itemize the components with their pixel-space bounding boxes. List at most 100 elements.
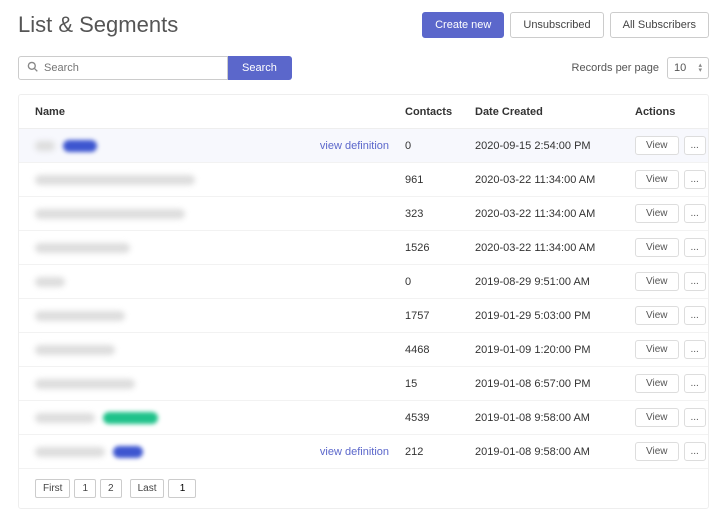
cell-actions: View... <box>635 272 706 291</box>
pagination-page[interactable]: 1 <box>74 479 96 498</box>
redacted-name <box>35 311 125 321</box>
table-row: 9612020-03-22 11:34:00 AMView... <box>19 163 708 197</box>
search-icon <box>27 61 38 75</box>
table-row: view definition 02020-09-15 2:54:00 PMVie… <box>19 129 708 163</box>
redacted-badge <box>113 446 143 458</box>
redacted-name <box>35 243 130 253</box>
view-button[interactable]: View <box>635 408 679 427</box>
cell-actions: View... <box>635 238 706 257</box>
cell-date: 2020-03-22 11:34:00 AM <box>475 208 635 220</box>
more-button[interactable]: ... <box>684 306 706 325</box>
more-button[interactable]: ... <box>684 442 706 461</box>
cell-date: 2019-08-29 9:51:00 AM <box>475 276 635 288</box>
cell-actions: View... <box>635 136 706 155</box>
stepper-icon: ▴▾ <box>698 63 702 73</box>
view-button[interactable]: View <box>635 238 679 257</box>
redacted-name <box>35 141 55 151</box>
table-header: Name Contacts Date Created Actions <box>19 95 708 129</box>
table-row: 15262020-03-22 11:34:00 AMView... <box>19 231 708 265</box>
view-definition-link[interactable]: view definition <box>320 446 389 458</box>
more-button[interactable]: ... <box>684 170 706 189</box>
redacted-name <box>35 379 135 389</box>
redacted-name <box>35 447 105 457</box>
cell-actions: View... <box>635 306 706 325</box>
redacted-name <box>35 209 185 219</box>
unsubscribed-button[interactable]: Unsubscribed <box>510 12 603 38</box>
redacted-name <box>35 413 95 423</box>
cell-actions: View... <box>635 408 706 427</box>
table-row: 02019-08-29 9:51:00 AMView... <box>19 265 708 299</box>
search-input[interactable] <box>44 62 219 74</box>
records-per-page-value: 10 <box>674 62 686 74</box>
cell-actions: View... <box>635 170 706 189</box>
cell-date: 2019-01-08 9:58:00 AM <box>475 446 635 458</box>
redacted-badge <box>63 140 97 152</box>
table-row: view definition2122019-01-08 9:58:00 AMV… <box>19 435 708 469</box>
cell-name <box>35 209 405 219</box>
more-button[interactable]: ... <box>684 204 706 223</box>
col-header-name: Name <box>35 106 405 118</box>
view-button[interactable]: View <box>635 136 679 155</box>
view-definition-link[interactable]: view definition <box>320 140 389 152</box>
cell-date: 2020-03-22 11:34:00 AM <box>475 174 635 186</box>
table-row: 3232020-03-22 11:34:00 AMView... <box>19 197 708 231</box>
view-button[interactable]: View <box>635 204 679 223</box>
cell-name <box>35 412 405 424</box>
cell-name <box>35 277 405 287</box>
cell-contacts: 0 <box>405 140 475 152</box>
view-button[interactable]: View <box>635 374 679 393</box>
pagination-last[interactable]: Last <box>130 479 165 498</box>
table-row: 17572019-01-29 5:03:00 PMView... <box>19 299 708 333</box>
records-per-page-label: Records per page <box>572 62 659 74</box>
pagination: First 12 Last <box>19 469 708 508</box>
all-subscribers-button[interactable]: All Subscribers <box>610 12 709 38</box>
col-header-contacts: Contacts <box>405 106 475 118</box>
cell-date: 2019-01-08 9:58:00 AM <box>475 412 635 424</box>
pagination-current-input[interactable] <box>168 479 196 498</box>
cell-date: 2019-01-09 1:20:00 PM <box>475 344 635 356</box>
cell-actions: View... <box>635 340 706 359</box>
cell-name <box>35 175 405 185</box>
cell-date: 2019-01-29 5:03:00 PM <box>475 310 635 322</box>
cell-name <box>35 311 405 321</box>
redacted-name <box>35 175 195 185</box>
create-new-button[interactable]: Create new <box>422 12 504 38</box>
cell-contacts: 323 <box>405 208 475 220</box>
cell-date: 2020-03-22 11:34:00 AM <box>475 242 635 254</box>
table-row: 152019-01-08 6:57:00 PMView... <box>19 367 708 401</box>
records-per-page-select[interactable]: 10 ▴▾ <box>667 57 709 79</box>
view-button[interactable]: View <box>635 170 679 189</box>
cell-contacts: 961 <box>405 174 475 186</box>
pagination-first[interactable]: First <box>35 479 70 498</box>
cell-contacts: 15 <box>405 378 475 390</box>
view-button[interactable]: View <box>635 272 679 291</box>
header-actions: Create new Unsubscribed All Subscribers <box>422 12 709 38</box>
redacted-badge <box>103 412 158 424</box>
cell-name <box>35 243 405 253</box>
cell-contacts: 1757 <box>405 310 475 322</box>
more-button[interactable]: ... <box>684 408 706 427</box>
cell-actions: View... <box>635 442 706 461</box>
cell-actions: View... <box>635 204 706 223</box>
search-button[interactable]: Search <box>228 56 292 80</box>
cell-name <box>35 379 405 389</box>
pagination-page[interactable]: 2 <box>100 479 122 498</box>
col-header-actions: Actions <box>635 106 692 118</box>
view-button[interactable]: View <box>635 306 679 325</box>
more-button[interactable]: ... <box>684 374 706 393</box>
cell-contacts: 4539 <box>405 412 475 424</box>
cell-date: 2019-01-08 6:57:00 PM <box>475 378 635 390</box>
search-group: Search <box>18 56 292 80</box>
more-button[interactable]: ... <box>684 340 706 359</box>
more-button[interactable]: ... <box>684 272 706 291</box>
cell-name: view definition <box>35 140 405 152</box>
table-row: 44682019-01-09 1:20:00 PMView... <box>19 333 708 367</box>
more-button[interactable]: ... <box>684 238 706 257</box>
more-button[interactable]: ... <box>684 136 706 155</box>
cell-date: 2020-09-15 2:54:00 PM <box>475 140 635 152</box>
view-button[interactable]: View <box>635 340 679 359</box>
table-row: 45392019-01-08 9:58:00 AMView... <box>19 401 708 435</box>
cell-actions: View... <box>635 374 706 393</box>
view-button[interactable]: View <box>635 442 679 461</box>
cell-name: view definition <box>35 446 405 458</box>
